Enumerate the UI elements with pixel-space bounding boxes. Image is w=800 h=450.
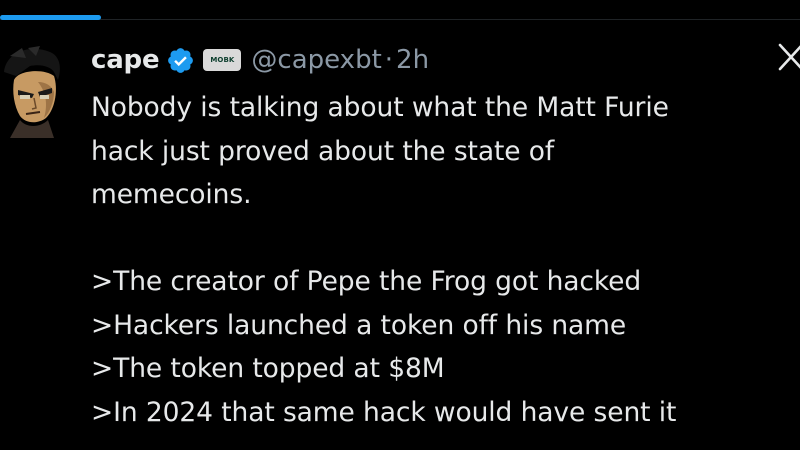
tweet-screen: cape MOBK @capexbt · 2h Nobody is talking … bbox=[0, 0, 800, 450]
tweet-header: cape MOBK @capexbt · 2h bbox=[91, 40, 429, 80]
tweet-text: Nobody is talking about what the Matt Fu… bbox=[91, 86, 800, 434]
tweet-text-line: hack just proved about the state of bbox=[91, 135, 555, 167]
tweet-meta: @capexbt · 2h bbox=[251, 45, 429, 75]
tweet-text-line: >The token topped at $8M bbox=[91, 353, 445, 384]
verified-badge-icon[interactable] bbox=[166, 46, 195, 75]
meta-separator: · bbox=[384, 45, 394, 75]
top-divider bbox=[0, 19, 800, 20]
avatar[interactable] bbox=[0, 42, 62, 138]
tweet-text-line: >Hackers launched a token off his name bbox=[91, 309, 627, 341]
tweet-text-line: >In 2024 that same hack would have sent … bbox=[91, 396, 677, 428]
author-display-name[interactable]: cape bbox=[91, 45, 160, 75]
affiliate-badge[interactable]: MOBK bbox=[203, 49, 242, 71]
tweet-text-line: Nobody is talking about what the Matt Fu… bbox=[91, 92, 669, 123]
author-handle[interactable]: @capexbt bbox=[251, 45, 381, 75]
active-tab-indicator bbox=[0, 15, 101, 20]
close-icon[interactable] bbox=[776, 41, 800, 73]
tweet-timestamp[interactable]: 2h bbox=[396, 45, 429, 75]
tweet-text-line: >The creator of Pepe the Frog got hacked bbox=[91, 266, 642, 297]
tweet-text-line: memecoins. bbox=[91, 179, 252, 210]
avatar-portrait-icon bbox=[0, 42, 62, 138]
